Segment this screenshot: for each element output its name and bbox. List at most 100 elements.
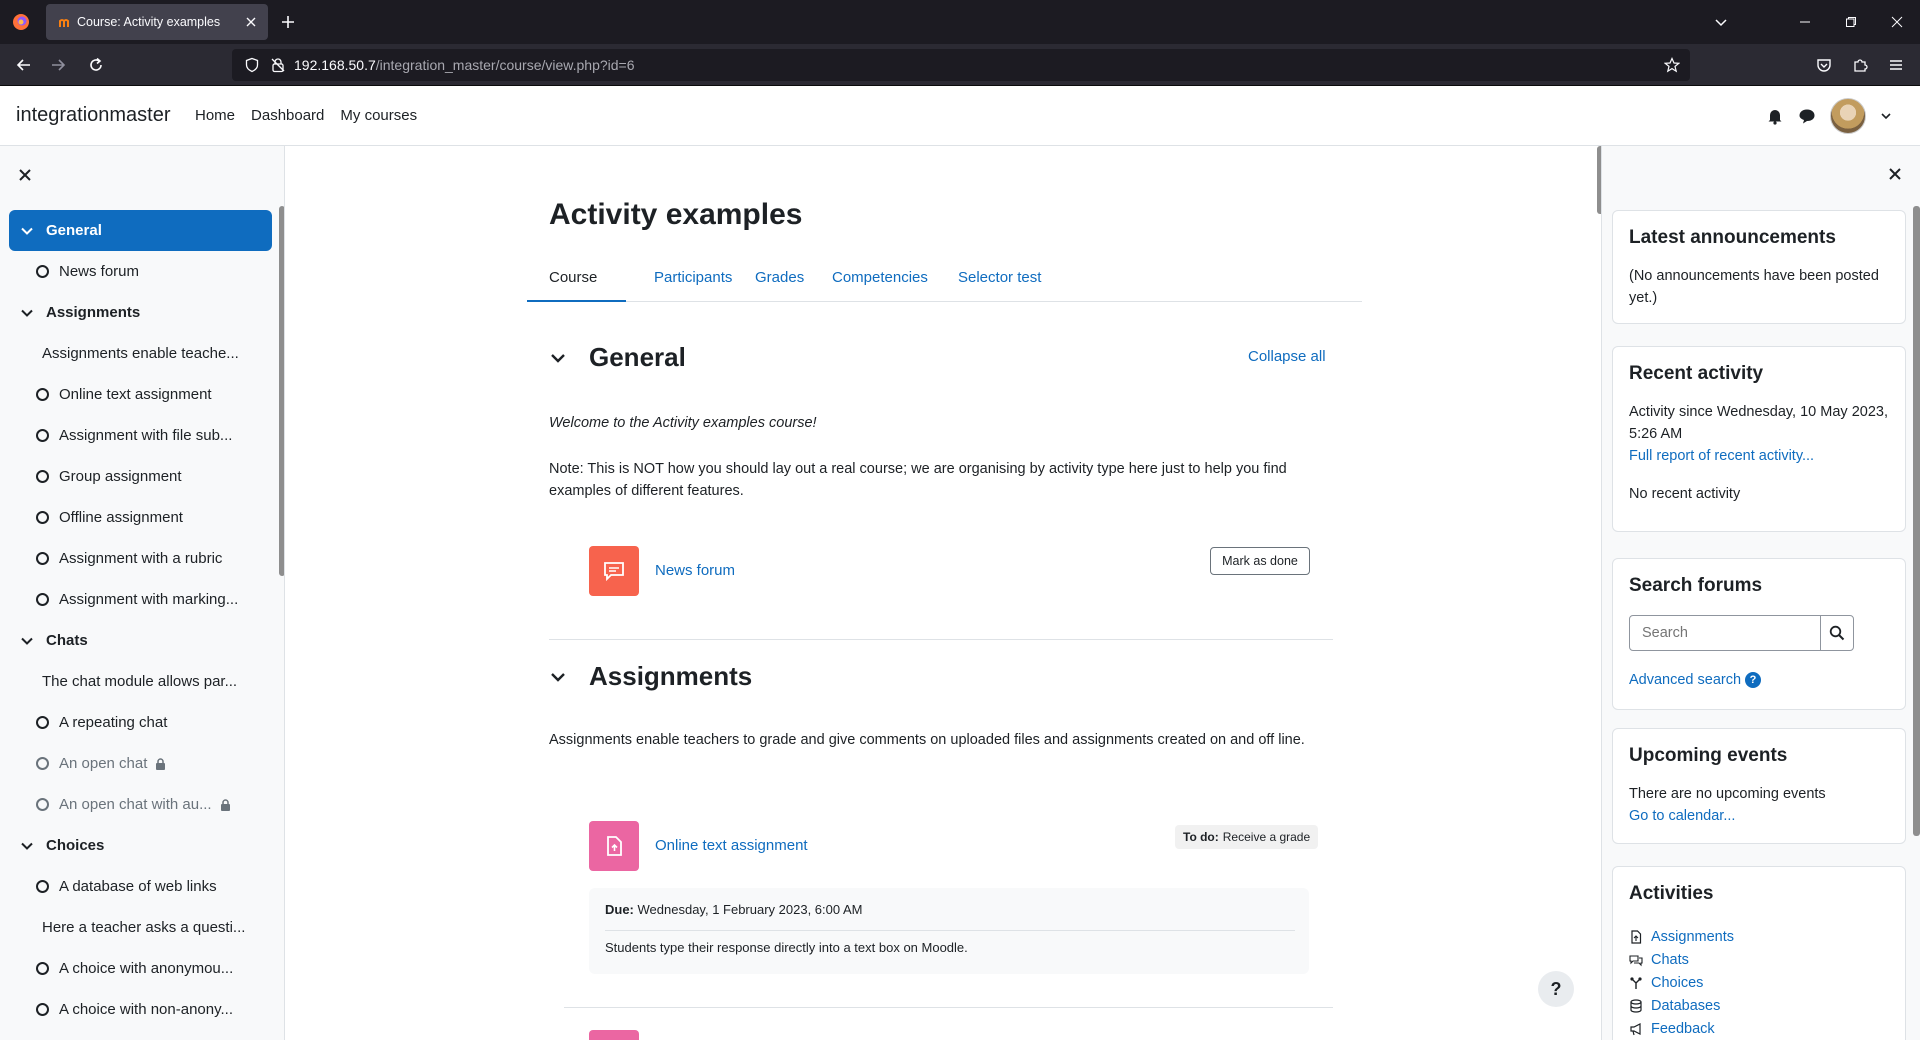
nav-dashboard[interactable]: Dashboard: [251, 107, 324, 124]
index-activity-group-assignment[interactable]: Group assignment: [0, 456, 280, 497]
tab-competencies[interactable]: Competencies: [832, 260, 928, 302]
help-button[interactable]: ?: [1538, 971, 1574, 1007]
collapse-all-link[interactable]: Collapse all: [1248, 348, 1326, 365]
index-section-assignments[interactable]: Assignments: [0, 292, 280, 333]
section-general-title: General: [589, 342, 686, 372]
index-activity-assignment-with-a-rubric[interactable]: Assignment with a rubric: [0, 538, 280, 579]
user-avatar[interactable]: [1830, 98, 1866, 134]
window-close-button[interactable]: [1874, 0, 1920, 44]
help-icon[interactable]: ?: [1745, 672, 1762, 689]
section-assignments-header[interactable]: Assignments: [549, 661, 752, 692]
new-tab-icon[interactable]: [278, 12, 298, 32]
advanced-search-row: Advanced search?: [1629, 669, 1894, 691]
index-activity-a-repeating-chat[interactable]: A repeating chat: [0, 702, 280, 743]
chevron-down-icon[interactable]: [20, 634, 34, 648]
index-activity-a-choice-with-non-anony[interactable]: A choice with non-anony...: [0, 989, 280, 1030]
activities-item-assignments[interactable]: Assignments: [1629, 925, 1734, 948]
index-activity-offline-assignment[interactable]: Offline assignment: [0, 497, 280, 538]
activities-item-chats[interactable]: Chats: [1629, 948, 1734, 971]
completion-circle-icon: [36, 880, 49, 893]
no-announcements-text: (No announcements have been posted yet.): [1629, 268, 1879, 306]
chevron-down-icon[interactable]: [20, 224, 34, 238]
tab-participants[interactable]: Participants: [654, 260, 732, 302]
index-item-label: Choices: [46, 837, 105, 854]
bell-icon[interactable]: [1766, 107, 1784, 125]
bookmark-star-icon[interactable]: [1664, 57, 1680, 73]
search-submit-button[interactable]: [1820, 615, 1854, 651]
advanced-search-link[interactable]: Advanced search: [1629, 672, 1741, 688]
restore-button[interactable]: [1828, 0, 1874, 44]
index-activity-online-text-assignment[interactable]: Online text assignment: [0, 374, 280, 415]
block-drawer-scrollbar[interactable]: [1913, 206, 1920, 836]
tab-selector-test[interactable]: Selector test: [958, 260, 1041, 302]
firefox-icon[interactable]: [12, 13, 30, 31]
online-text-assignment-link[interactable]: Online text assignment: [655, 837, 808, 854]
index-label-here-a-teacher-asks-a-questi[interactable]: Here a teacher asks a questi...: [0, 907, 280, 948]
browser-tab[interactable]: Course: Activity examples: [46, 4, 268, 40]
tab-grades[interactable]: Grades: [755, 260, 804, 302]
index-section-choices[interactable]: Choices: [0, 825, 280, 866]
browser-navigation-bar: 192.168.50.7/integration_master/course/v…: [0, 44, 1920, 86]
back-button[interactable]: [12, 53, 36, 77]
completion-circle-icon: [36, 388, 49, 401]
nav-my-courses[interactable]: My courses: [340, 107, 417, 124]
index-item-label: An open chat: [59, 755, 148, 772]
index-activity-assignment-with-marking[interactable]: Assignment with marking...: [0, 579, 280, 620]
go-to-calendar-link[interactable]: Go to calendar...: [1629, 805, 1894, 827]
extensions-button[interactable]: [1848, 53, 1872, 77]
due-value: Wednesday, 1 February 2023, 6:00 AM: [637, 902, 863, 917]
chevron-down-icon[interactable]: [549, 668, 567, 686]
nav-home[interactable]: Home: [195, 107, 235, 124]
assignment-activity-icon: [589, 821, 639, 871]
index-activity-a-choice-with-anonymou[interactable]: A choice with anonymou...: [0, 948, 280, 989]
activities-item-databases[interactable]: Databases: [1629, 994, 1734, 1017]
index-section-general[interactable]: General: [9, 210, 272, 251]
minimize-icon: [1800, 21, 1810, 23]
divider: [605, 930, 1295, 931]
activities-list: Assignments Chats Choices Databases Feed…: [1629, 925, 1734, 1040]
tab-course[interactable]: Course: [527, 260, 626, 302]
index-activity-news-forum[interactable]: News forum: [0, 251, 280, 292]
reload-button[interactable]: [84, 53, 108, 77]
search-input[interactable]: [1629, 615, 1821, 651]
index-activity-an-open-chat[interactable]: An open chat: [0, 743, 280, 784]
chevron-down-icon[interactable]: [1880, 110, 1892, 122]
completion-circle-icon: [36, 429, 49, 442]
messages-icon[interactable]: [1798, 107, 1816, 125]
address-bar[interactable]: 192.168.50.7/integration_master/course/v…: [232, 49, 1690, 81]
index-activity-an-open-chat-with-au[interactable]: An open chat with au...: [0, 784, 280, 825]
chevron-down-icon[interactable]: [549, 349, 567, 367]
index-section-chats[interactable]: Chats: [0, 620, 280, 661]
chevron-down-icon[interactable]: [20, 839, 34, 853]
section-general-header[interactable]: General: [549, 342, 686, 373]
search-form: [1629, 615, 1854, 651]
forward-button[interactable]: [46, 53, 70, 77]
activities-item-feedback[interactable]: Feedback: [1629, 1017, 1734, 1040]
pocket-button[interactable]: [1812, 53, 1836, 77]
index-label-the-chat-module-allows-par[interactable]: The chat module allows par...: [0, 661, 280, 702]
minimize-button[interactable]: [1782, 0, 1828, 44]
arrow-right-icon: [52, 59, 66, 71]
site-brand[interactable]: integrationmaster: [16, 104, 171, 127]
chevron-down-icon[interactable]: [20, 306, 34, 320]
index-item-label: An open chat with au...: [59, 796, 212, 813]
index-activity-assignment-with-file-sub[interactable]: Assignment with file sub...: [0, 415, 280, 456]
block-recent-activity: Recent activity Activity since Wednesday…: [1612, 346, 1906, 532]
list-all-tabs-button[interactable]: [1698, 0, 1744, 44]
mark-as-done-button[interactable]: Mark as done: [1210, 547, 1310, 575]
lock-insecure-icon[interactable]: [270, 57, 286, 73]
completion-circle-icon: [36, 962, 49, 975]
index-item-label: A choice with non-anony...: [59, 1001, 233, 1018]
activities-item-choices[interactable]: Choices: [1629, 971, 1734, 994]
app-menu-button[interactable]: [1884, 53, 1908, 77]
close-tab-icon[interactable]: [242, 13, 260, 31]
news-forum-link[interactable]: News forum: [655, 562, 735, 579]
index-item-label: A repeating chat: [59, 714, 168, 731]
close-course-index-icon[interactable]: [16, 166, 34, 184]
full-report-link[interactable]: Full report of recent activity...: [1629, 445, 1894, 467]
index-label-assignments-enable-teache[interactable]: Assignments enable teache...: [0, 333, 280, 374]
index-activity-a-database-of-web-links[interactable]: A database of web links: [0, 866, 280, 907]
shield-icon[interactable]: [244, 57, 260, 73]
activity-since-text: Activity since Wednesday, 10 May 2023, 5…: [1629, 404, 1888, 442]
close-block-drawer-icon[interactable]: [1887, 166, 1903, 182]
